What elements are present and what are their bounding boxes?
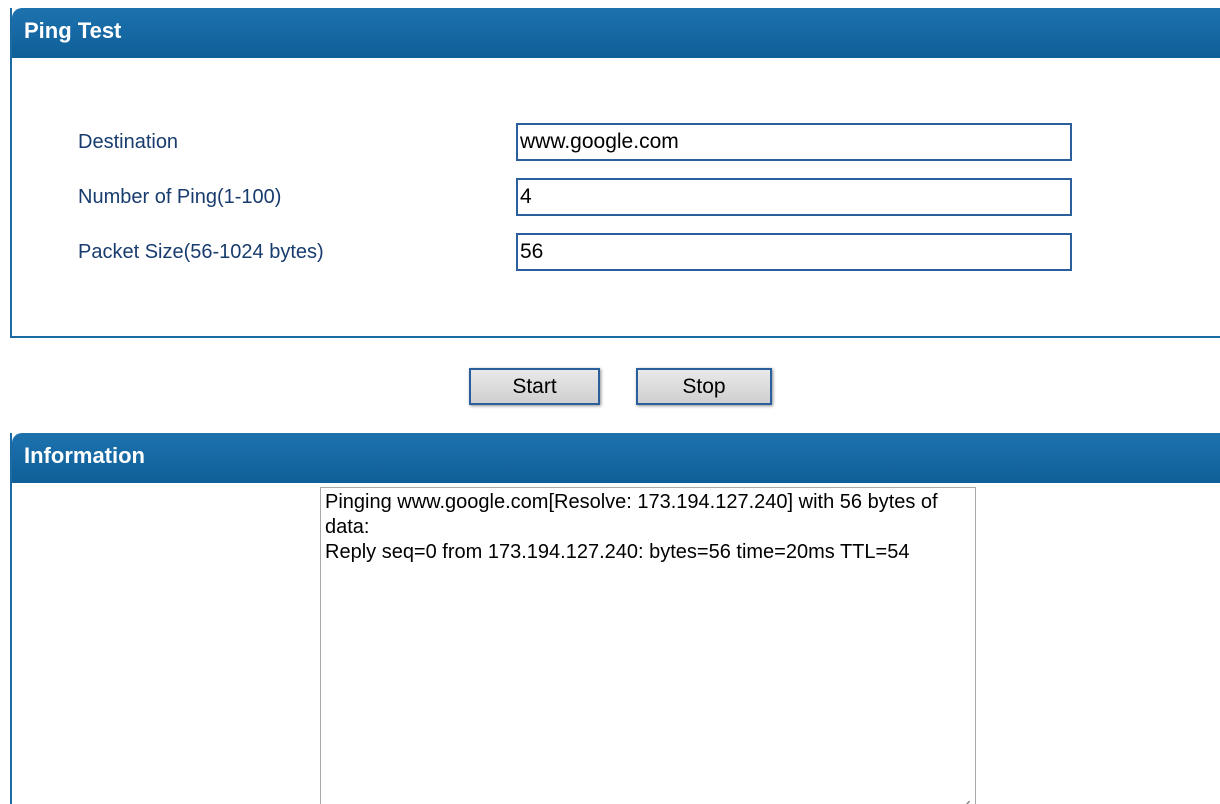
destination-input[interactable] [516,123,1072,161]
page: Ping Test Destination Number of Ping(1-1… [0,0,1220,804]
ping-count-row: Number of Ping(1-100) [12,178,1212,218]
ping-test-panel: Ping Test Destination Number of Ping(1-1… [10,8,1220,338]
destination-row: Destination [12,123,1212,163]
ping-count-input[interactable] [516,178,1072,216]
packet-size-input[interactable] [516,233,1072,271]
packet-size-row: Packet Size(56-1024 bytes) [12,233,1212,273]
ping-count-label: Number of Ping(1-100) [78,186,282,208]
start-button[interactable]: Start [469,368,600,405]
ping-test-header: Ping Test [12,8,1220,58]
packet-size-label: Packet Size(56-1024 bytes) [78,241,324,263]
destination-label: Destination [78,131,179,153]
stop-button[interactable]: Stop [636,368,772,405]
information-header: Information [12,433,1220,483]
ping-output-textarea[interactable]: Pinging www.google.com[Resolve: 173.194.… [320,487,976,804]
information-panel: Information Pinging www.google.com[Resol… [10,433,1220,804]
